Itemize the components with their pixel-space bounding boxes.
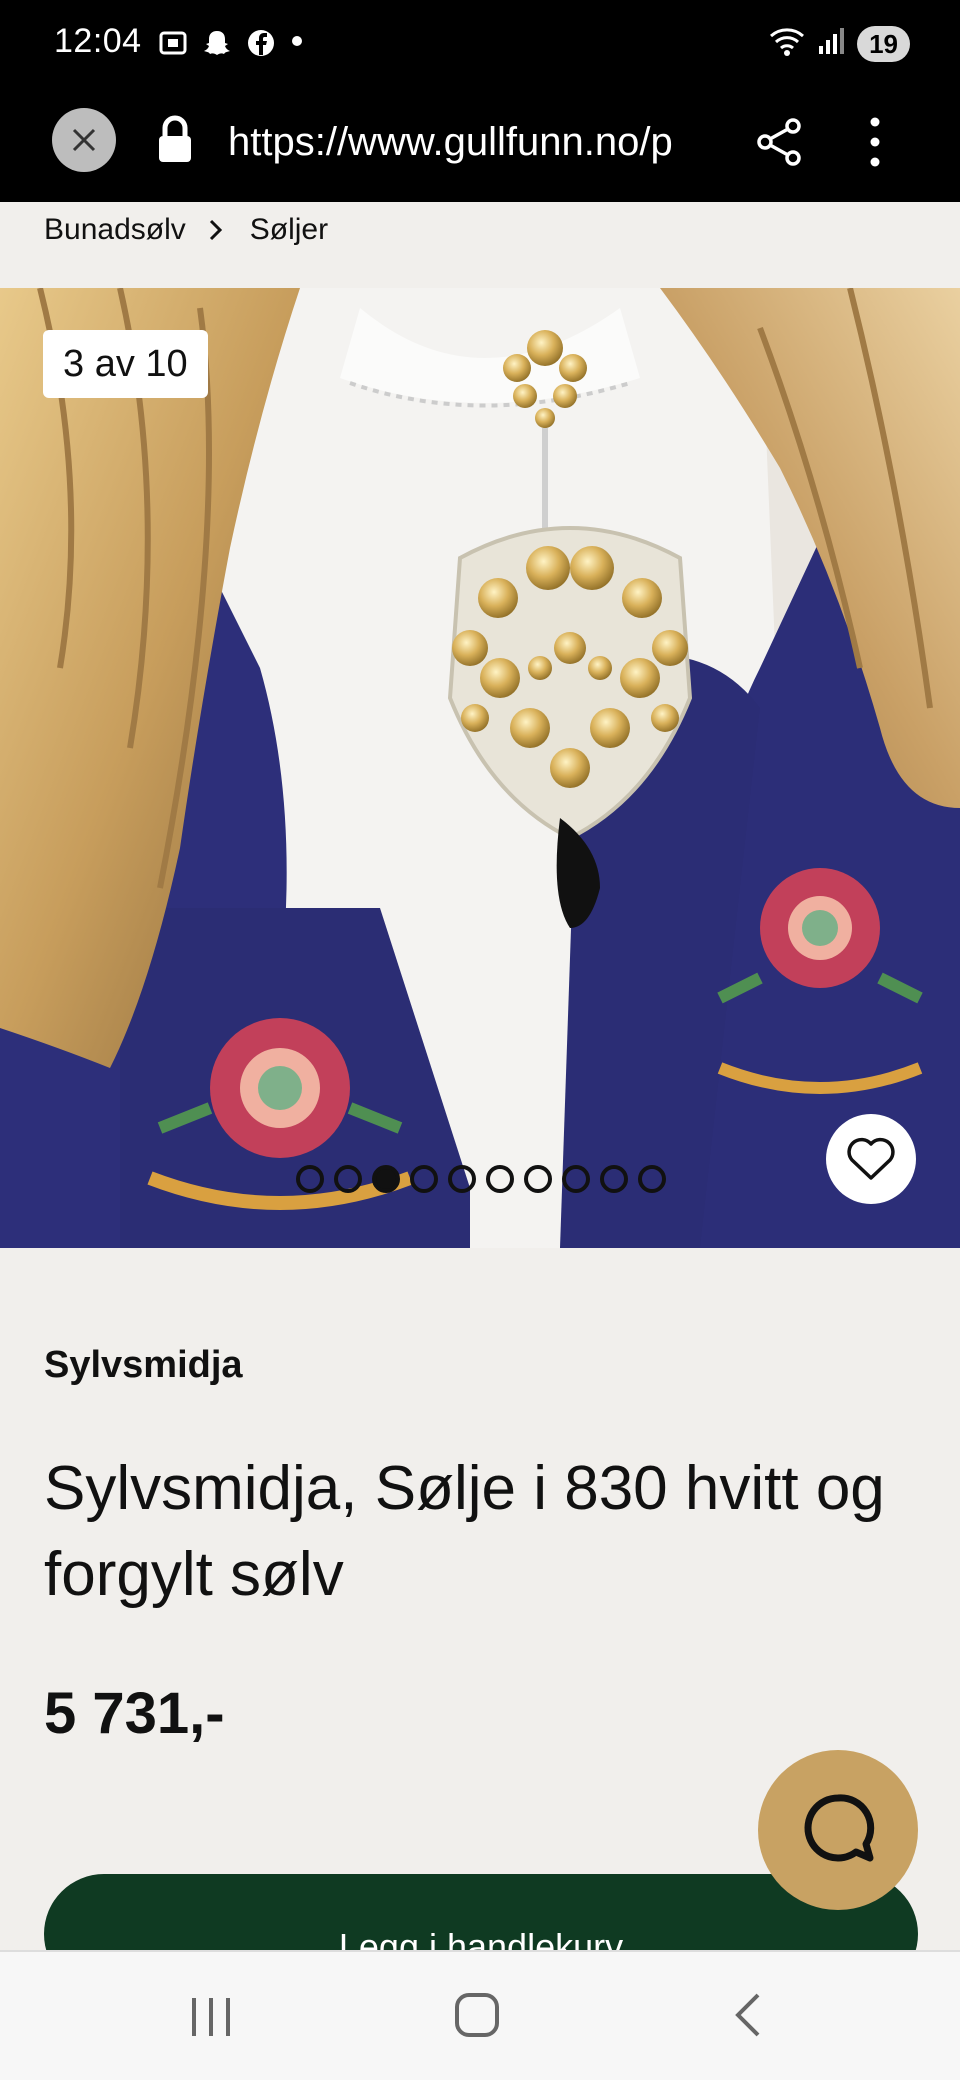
heart-icon — [847, 1137, 895, 1180]
chat-button[interactable] — [758, 1750, 918, 1910]
more-vert-icon — [870, 117, 880, 167]
recents-icon — [192, 1998, 230, 2036]
breadcrumb: Bunadsølv Søljer — [44, 206, 328, 254]
more-options-button[interactable] — [858, 114, 892, 170]
snapchat-icon — [202, 28, 232, 58]
gallery-dot[interactable] — [334, 1165, 362, 1193]
back-button[interactable] — [728, 1990, 768, 2040]
gallery-dot[interactable] — [524, 1165, 552, 1193]
back-icon — [735, 1993, 760, 2037]
breadcrumb-item-bunadsolv[interactable]: Bunadsølv — [44, 213, 186, 247]
url-bar[interactable]: https://www.gullfunn.no/p — [228, 114, 714, 170]
chevron-right-icon — [209, 219, 222, 241]
home-icon — [455, 1993, 499, 2037]
browser-toolbar: https://www.gullfunn.no/p — [0, 90, 960, 202]
gallery-dot[interactable] — [638, 1165, 666, 1193]
system-navigation-bar — [0, 1950, 960, 2080]
wifi-icon — [767, 24, 807, 63]
gallery-dot[interactable] — [410, 1165, 438, 1193]
product-image-gallery[interactable]: 3 av 10 — [0, 288, 960, 1248]
favorite-button[interactable] — [826, 1114, 916, 1204]
home-button[interactable] — [452, 1990, 502, 2040]
gallery-dot[interactable] — [296, 1165, 324, 1193]
product-brand[interactable]: Sylvsmidja — [44, 1344, 243, 1387]
gallery-dot[interactable] — [600, 1165, 628, 1193]
gallery-dot[interactable] — [562, 1165, 590, 1193]
gallery-pagination — [296, 1165, 666, 1193]
breadcrumb-item-soljer[interactable]: Søljer — [250, 213, 328, 247]
gallery-dot[interactable] — [486, 1165, 514, 1193]
notification-icons — [158, 28, 304, 58]
recents-button[interactable] — [186, 1992, 236, 2042]
close-icon — [72, 128, 96, 152]
close-tab-button[interactable] — [52, 108, 116, 172]
status-bar: 12:04 19 — [0, 0, 960, 90]
lock-icon[interactable] — [155, 112, 195, 168]
gallery-dot[interactable] — [448, 1165, 476, 1193]
product-price: 5 731,- — [44, 1681, 225, 1746]
facebook-icon — [246, 28, 276, 58]
more-notifications-dot — [290, 34, 304, 53]
gallery-dot-active[interactable] — [372, 1165, 400, 1193]
signal-icon — [817, 26, 847, 61]
status-time: 12:04 — [54, 22, 142, 60]
chat-icon — [804, 1794, 875, 1862]
share-icon — [757, 118, 801, 166]
system-status: 19 — [767, 24, 910, 63]
share-button[interactable] — [755, 114, 805, 170]
product-photo — [0, 288, 960, 1248]
battery-level: 19 — [857, 25, 910, 62]
image-counter: 3 av 10 — [43, 330, 208, 398]
product-title: Sylvsmidja, Sølje i 830 hvitt og forgylt… — [44, 1454, 885, 1609]
screenshot-icon — [158, 28, 188, 58]
